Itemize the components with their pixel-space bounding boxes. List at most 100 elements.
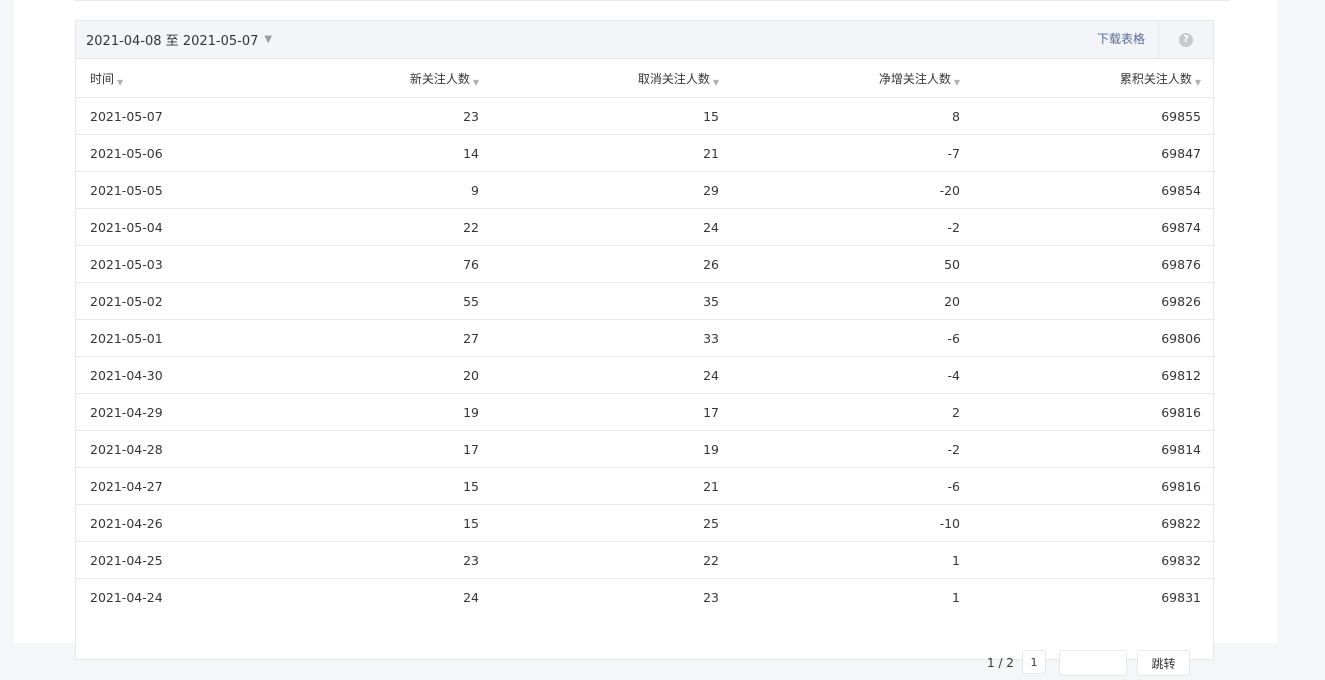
table-cell: 21 <box>493 134 733 172</box>
table-cell: 69814 <box>974 430 1215 468</box>
table-toolbar: 2021-04-08 至 2021-05-07 ▼ 下载表格 ? <box>76 21 1213 59</box>
page-number-button[interactable]: 1 <box>1022 650 1046 674</box>
table-row: 2021-05-05 9 29 -20 69854 <box>76 171 1215 209</box>
table-cell: 2021-04-25 <box>76 541 276 579</box>
table-cell: 69855 <box>974 97 1215 135</box>
table-cell: -6 <box>733 319 974 357</box>
table-cell: 2021-05-06 <box>76 134 276 172</box>
table-header-row: 时间 ▼ 新关注人数 ▼ 取消关注人数 ▼ 净增关注人数 ▼ 累积关注人数 ▼ <box>76 59 1215 98</box>
date-range-selector[interactable]: 2021-04-08 至 2021-05-07 ▼ <box>86 30 272 49</box>
table-cell: 2 <box>733 393 974 431</box>
table-row: 2021-05-07 23 15 8 69855 <box>76 97 1215 135</box>
table-cell: 69816 <box>974 467 1215 505</box>
column-header[interactable]: 新关注人数 ▼ <box>276 59 493 98</box>
table-cell: 19 <box>493 430 733 468</box>
table-cell: 23 <box>276 541 493 579</box>
table-cell: 69822 <box>974 504 1215 542</box>
table-cell: 23 <box>493 578 733 615</box>
table-cell: 29 <box>493 171 733 209</box>
table-cell: 2021-04-28 <box>76 430 276 468</box>
jump-button[interactable]: 跳转 <box>1137 650 1190 676</box>
column-header-label: 新关注人数 <box>409 71 470 86</box>
data-table-card: 2021-04-08 至 2021-05-07 ▼ 下载表格 ? 时间 ▼ 新关注人… <box>75 20 1215 676</box>
table-cell: -4 <box>733 356 974 394</box>
table-row: 2021-04-27 15 21 -6 69816 <box>76 467 1215 505</box>
previous-card-edge <box>74 0 1230 1</box>
table-cell: 17 <box>493 393 733 431</box>
table-cell: 2021-04-29 <box>76 393 276 431</box>
table-cell: 69816 <box>974 393 1215 431</box>
table-cell: 19 <box>276 393 493 431</box>
help-cell: ? <box>1158 21 1213 58</box>
sort-caret-icon: ▼ <box>472 77 479 87</box>
table-cell: 1 <box>733 578 974 615</box>
column-header-label: 净增关注人数 <box>878 71 951 86</box>
caret-down-icon: ▼ <box>264 34 273 45</box>
table-cell: 2021-05-04 <box>76 208 276 246</box>
table-cell: 9 <box>276 171 493 209</box>
table-cell: 33 <box>493 319 733 357</box>
table-cell: 14 <box>276 134 493 172</box>
table-cell: 27 <box>276 319 493 357</box>
table-cell: -7 <box>733 134 974 172</box>
table-cell: 50 <box>733 245 974 283</box>
table-cell: 35 <box>493 282 733 320</box>
table-cell: 2021-04-27 <box>76 467 276 505</box>
column-header-label: 时间 <box>90 71 115 86</box>
table-cell: -20 <box>733 171 974 209</box>
table-cell: -2 <box>733 430 974 468</box>
column-header[interactable]: 取消关注人数 ▼ <box>493 59 733 98</box>
table-row: 2021-04-29 19 17 2 69816 <box>76 393 1215 431</box>
table-cell: 2021-05-02 <box>76 282 276 320</box>
sort-caret-icon: ▼ <box>712 77 719 87</box>
page-content: 2021-04-08 至 2021-05-07 ▼ 下载表格 ? 时间 ▼ 新关注人… <box>14 0 1277 676</box>
table-cell: -6 <box>733 467 974 505</box>
help-icon[interactable]: ? <box>1179 32 1193 47</box>
table-cell: 1 <box>733 541 974 579</box>
table-row: 2021-05-03 76 26 50 69876 <box>76 245 1215 283</box>
table-cell: 26 <box>493 245 733 283</box>
table-row: 2021-05-04 22 24 -2 69874 <box>76 208 1215 246</box>
table-cell: -2 <box>733 208 974 246</box>
table-body: 2021-05-07 23 15 8 69855 2021-05-06 14 21 -7 6984… <box>76 97 1215 615</box>
table-cell: 22 <box>276 208 493 246</box>
table-cell: 2021-05-05 <box>76 171 276 209</box>
sort-caret-icon: ▼ <box>117 77 124 87</box>
table-row: 2021-04-28 17 19 -2 69814 <box>76 430 1215 468</box>
table-cell: 69831 <box>974 578 1215 615</box>
table-cell: 22 <box>493 541 733 579</box>
column-header[interactable]: 累积关注人数 ▼ <box>974 59 1215 98</box>
table-cell: 69806 <box>974 319 1215 357</box>
column-header-label: 累积关注人数 <box>1119 71 1192 86</box>
column-header[interactable]: 净增关注人数 ▼ <box>733 59 974 98</box>
table-cell: -10 <box>733 504 974 542</box>
table-cell: 24 <box>276 578 493 615</box>
table-row: 2021-05-02 55 35 20 69826 <box>76 282 1215 320</box>
table-row: 2021-05-01 27 33 -6 69806 <box>76 319 1215 357</box>
date-range-label: 2021-04-08 至 2021-05-07 <box>86 34 259 49</box>
column-header[interactable]: 时间 ▼ <box>76 59 276 98</box>
table-row: 2021-04-30 20 24 -4 69812 <box>76 356 1215 394</box>
table-cell: 15 <box>276 504 493 542</box>
page-jump-input[interactable] <box>1059 650 1127 676</box>
table-cell: 55 <box>276 282 493 320</box>
table-cell: 21 <box>493 467 733 505</box>
table-row: 2021-04-25 23 22 1 69832 <box>76 541 1215 579</box>
table-cell: 15 <box>493 97 733 135</box>
download-table-link[interactable]: 下载表格 <box>1097 21 1145 58</box>
sort-caret-icon: ▼ <box>953 77 960 87</box>
table-cell: 8 <box>733 97 974 135</box>
table-row: 2021-04-26 15 25 -10 69822 <box>76 504 1215 542</box>
table-cell: 2021-05-03 <box>76 245 276 283</box>
table-cell: 15 <box>276 467 493 505</box>
table-cell: 69826 <box>974 282 1215 320</box>
table-cell: 69812 <box>974 356 1215 394</box>
column-header-label: 取消关注人数 <box>637 71 710 86</box>
table-cell: 20 <box>733 282 974 320</box>
page-indicator: 1 / 2 <box>987 656 1014 670</box>
table-cell: 2021-05-01 <box>76 319 276 357</box>
table-cell: 2021-04-30 <box>76 356 276 394</box>
table-cell: 24 <box>493 208 733 246</box>
table-cell: 23 <box>276 97 493 135</box>
table-cell: 17 <box>276 430 493 468</box>
